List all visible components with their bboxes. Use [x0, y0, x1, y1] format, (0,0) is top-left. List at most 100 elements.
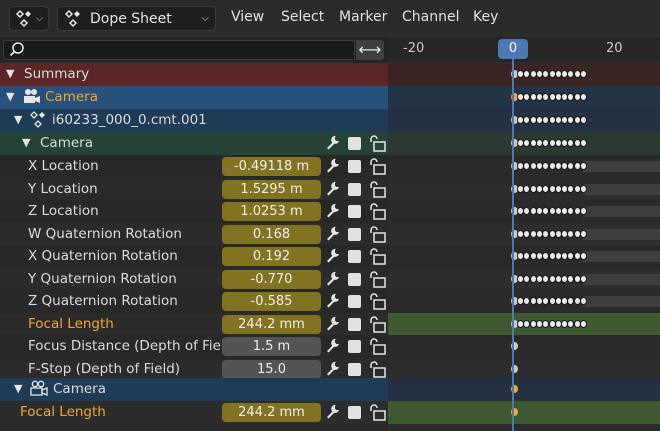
channel-value-field[interactable]: -0.770 — [222, 269, 321, 289]
lock-open-icon[interactable] — [367, 270, 387, 289]
lock-open-icon[interactable] — [367, 202, 387, 221]
menu-channel[interactable]: Channel — [402, 9, 459, 25]
checkbox-icon[interactable] — [348, 205, 361, 218]
fcurve-channel[interactable]: Focal Length 244.2 mm — [0, 312, 388, 335]
channel-group-camera[interactable]: ▼ Camera — [0, 132, 388, 155]
channel-value-field[interactable]: 0.168 — [222, 224, 321, 244]
menu-key[interactable]: Key — [473, 9, 498, 25]
checkbox-icon[interactable] — [348, 362, 361, 376]
channel-value-field[interactable]: 15.0 — [222, 359, 321, 379]
fcurve-channel[interactable]: Focus Distance (Depth of Field) 1.5 m — [0, 335, 388, 358]
channel-label: X Location — [28, 158, 99, 174]
checkbox-icon[interactable] — [348, 406, 361, 419]
menu-marker[interactable]: Marker — [339, 9, 387, 25]
fcurve-channel[interactable]: X Location -0.49118 m — [0, 155, 388, 178]
wrench-icon[interactable] — [324, 360, 342, 378]
channel-value-field[interactable]: 1.0253 m — [222, 202, 321, 221]
lock-open-icon[interactable] — [367, 360, 387, 379]
lock-open-icon[interactable] — [367, 315, 387, 334]
checkbox-icon[interactable] — [348, 160, 361, 173]
checkbox-icon[interactable] — [348, 182, 361, 196]
fcurve-channel[interactable]: Z Location 1.0253 m — [0, 200, 388, 223]
hold-bar — [583, 296, 660, 307]
keyframe[interactable] — [580, 252, 587, 260]
wrench-icon[interactable] — [324, 157, 342, 175]
fcurve-channel[interactable]: Y Quaternion Rotation -0.770 — [0, 267, 388, 290]
keyframe[interactable] — [580, 139, 587, 147]
wrench-icon[interactable] — [324, 180, 342, 198]
checkbox-icon[interactable] — [348, 227, 361, 241]
fcurve-channel[interactable]: X Quaternion Rotation 0.192 — [0, 245, 388, 268]
checkbox-icon[interactable] — [348, 250, 361, 263]
keyframe[interactable] — [580, 274, 587, 283]
checkbox-icon[interactable] — [348, 137, 361, 150]
wrench-icon[interactable] — [324, 247, 342, 265]
wrench-icon[interactable] — [324, 292, 342, 310]
lock-open-icon[interactable] — [367, 403, 387, 422]
channel-value-field[interactable]: -0.49118 m — [222, 157, 321, 176]
wrench-icon[interactable] — [324, 315, 342, 333]
checkbox-icon[interactable] — [348, 295, 361, 308]
lock-open-icon[interactable] — [367, 247, 387, 266]
keyframe[interactable] — [580, 93, 587, 101]
fcurve-channel[interactable]: Y Location 1.5295 m — [0, 177, 388, 200]
current-frame-indicator[interactable]: 0 — [498, 39, 528, 59]
expand-triangle-icon[interactable]: ▼ — [14, 113, 22, 126]
wrench-icon[interactable] — [324, 337, 342, 355]
fcurve-channel[interactable]: W Quaternion Rotation 0.168 — [0, 222, 388, 245]
channel-search-row: ⟷ — [0, 37, 388, 62]
keyframe[interactable] — [580, 297, 587, 305]
channel-value-field[interactable]: -0.585 — [222, 292, 321, 311]
wrench-icon[interactable] — [324, 270, 342, 288]
wrench-icon[interactable] — [324, 202, 342, 220]
channel-camera-data-focal-length[interactable]: Focal Length 244.2 mm — [0, 401, 388, 424]
wrench-icon[interactable] — [324, 403, 342, 421]
channel-controls — [324, 225, 388, 244]
keyframe[interactable] — [580, 162, 587, 170]
wrench-icon[interactable] — [324, 225, 342, 243]
lock-open-icon[interactable] — [367, 134, 387, 153]
channel-camera-data[interactable]: ▼ Camera — [0, 378, 388, 401]
mode-selector[interactable]: Dope Sheet ⌵ — [57, 6, 216, 31]
expand-triangle-icon[interactable]: ▼ — [22, 136, 30, 149]
lock-open-icon[interactable] — [367, 292, 387, 311]
keyframe[interactable] — [580, 116, 587, 124]
lock-open-icon[interactable] — [367, 180, 387, 199]
channel-value-field[interactable]: 0.192 — [222, 247, 321, 266]
editor-type-selector[interactable]: ⌵ — [9, 6, 49, 31]
channel-value-field[interactable]: 1.5295 m — [222, 179, 321, 199]
fcurve-channel[interactable]: F-Stop (Depth of Field) 15.0 — [0, 357, 388, 380]
channel-summary[interactable]: ▼ Summary — [0, 63, 388, 86]
lock-open-icon[interactable] — [367, 337, 387, 356]
checkbox-icon[interactable] — [348, 317, 361, 331]
expand-triangle-icon[interactable]: ▼ — [6, 67, 14, 80]
dope-sheet-icon — [64, 9, 80, 27]
checkbox-icon[interactable] — [348, 340, 361, 353]
channel-value-field[interactable]: 1.5 m — [222, 337, 321, 356]
search-input[interactable] — [3, 40, 355, 60]
keyframe-area[interactable] — [388, 62, 660, 431]
keyframe[interactable] — [580, 319, 587, 328]
channel-label: X Quaternion Rotation — [28, 248, 178, 264]
channel-action[interactable]: ▼ i60233_000_0.cmt.001 — [0, 109, 388, 132]
menu-view[interactable]: View — [231, 9, 264, 25]
expand-triangle-icon[interactable]: ▼ — [14, 382, 22, 395]
menu-select[interactable]: Select — [281, 9, 324, 25]
wrench-icon[interactable] — [324, 134, 342, 152]
channel-object-camera[interactable]: ▼ Camera — [0, 86, 388, 109]
channel-value-field[interactable]: 244.2 mm — [222, 314, 321, 334]
keyframe[interactable] — [580, 70, 587, 78]
hold-bar — [583, 251, 660, 262]
channel-value-field[interactable]: 244.2 mm — [222, 403, 321, 422]
hold-bar — [583, 206, 660, 217]
lock-open-icon[interactable] — [367, 157, 387, 176]
lock-open-icon[interactable] — [367, 225, 387, 244]
keyframe[interactable] — [580, 184, 587, 193]
channel-controls — [324, 157, 388, 176]
keyframe[interactable] — [580, 207, 587, 215]
swap-arrows-icon[interactable]: ⟷ — [356, 40, 384, 60]
fcurve-channel[interactable]: Z Quaternion Rotation -0.585 — [0, 290, 388, 313]
expand-triangle-icon[interactable]: ▼ — [6, 90, 14, 103]
keyframe[interactable] — [580, 229, 587, 238]
checkbox-icon[interactable] — [348, 272, 361, 286]
